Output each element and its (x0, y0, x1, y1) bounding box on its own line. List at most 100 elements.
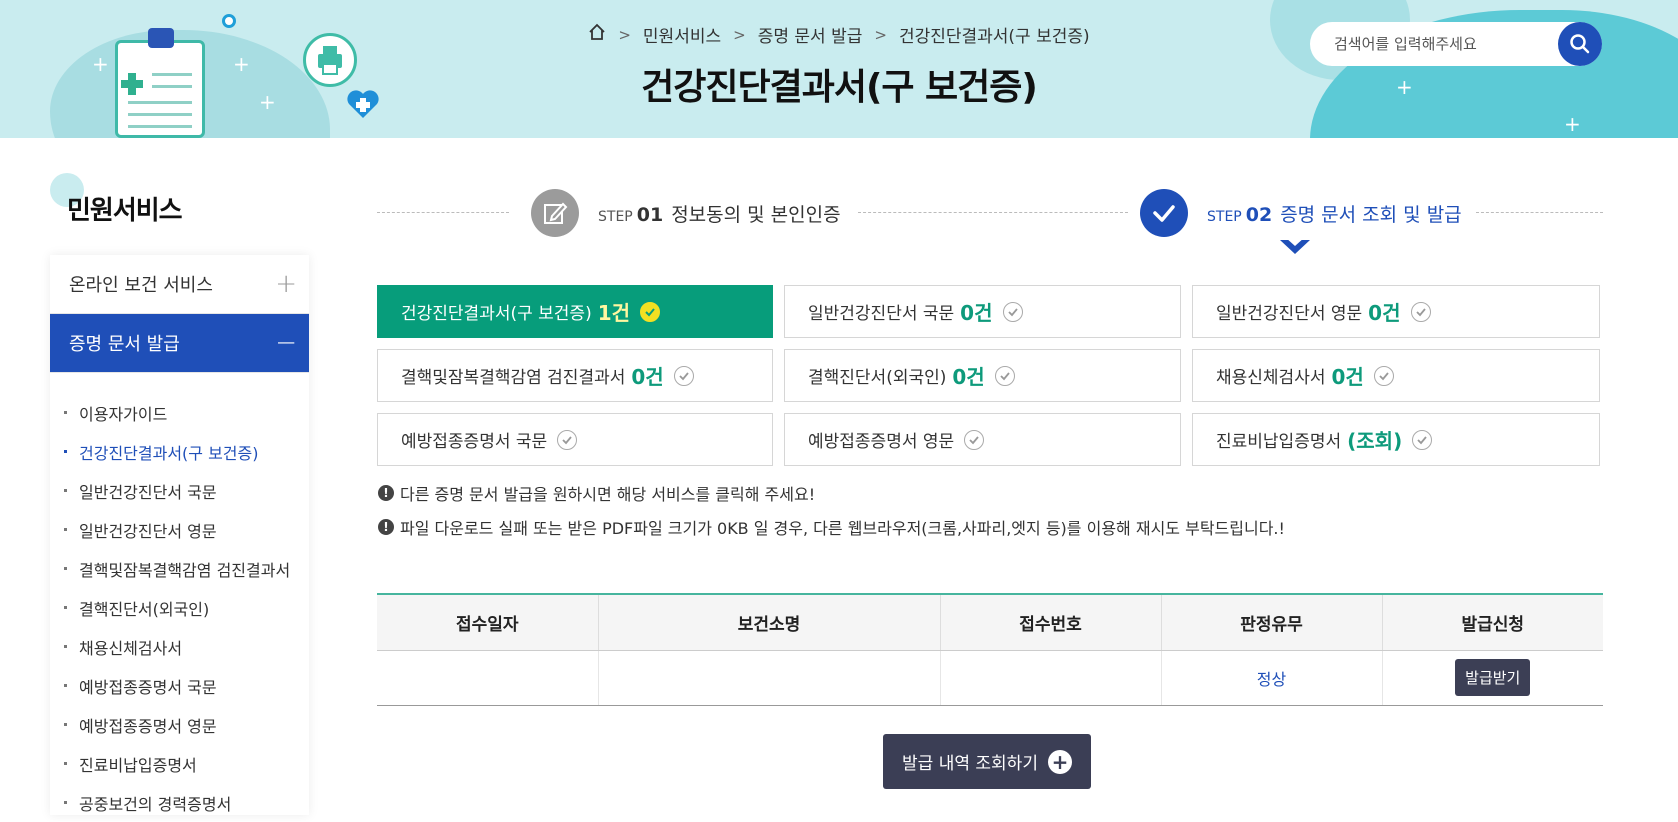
sidebar-submenu: 이용자가이드 건강진단결과서(구 보건증) 일반건강진단서 국문 일반건강진단서… (50, 373, 309, 822)
doc-vaccination-en-button[interactable]: 예방접종증명서 영문 (784, 413, 1181, 466)
cell-number (940, 650, 1162, 706)
doc-name: 일반건강진단서 영문 (1216, 304, 1363, 324)
step-number: 02 (1245, 204, 1273, 226)
check-circle-icon (964, 429, 985, 450)
doc-name: 결핵진단서(외국인) (808, 368, 947, 388)
notice-text: 파일 다운로드 실패 또는 받은 PDF파일 크기가 0KB 일 경우, 다른 … (400, 519, 1285, 538)
sidebar-subitem-label: 일반건강진단서 영문 (79, 521, 217, 541)
search-icon (1570, 34, 1590, 54)
doc-name: 결핵및잠복결핵감염 검진결과서 (401, 368, 626, 388)
step-prefix: STEP (598, 209, 633, 225)
doc-name: 채용신체검사서 (1216, 368, 1326, 388)
step-divider (1476, 212, 1603, 213)
minus-icon: − (275, 328, 297, 358)
bullet-icon (64, 684, 67, 687)
sidebar-subitem-label: 예방접종증명서 국문 (79, 677, 217, 697)
sidebar-subitem[interactable]: 결핵및잠복결핵감염 검진결과서 (64, 549, 309, 588)
breadcrumb-item[interactable]: 민원서비스 (643, 22, 721, 47)
sidebar-subitem[interactable]: 결핵진단서(외국인) (64, 588, 309, 627)
sparkle-icon: + (1564, 112, 1581, 136)
sidebar-title: 민원서비스 (67, 196, 183, 226)
check-circle-icon (673, 365, 694, 386)
doc-name: 진료비납입증명서 (1216, 432, 1342, 452)
current-step-chevron-icon (1280, 237, 1310, 254)
column-header: 발급신청 (1382, 594, 1603, 651)
table-header-row: 접수일자 보건소명 접수번호 판정유무 발급신청 (377, 594, 1603, 651)
column-header: 보건소명 (598, 594, 941, 651)
edit-icon (544, 202, 568, 224)
bullet-icon (64, 450, 67, 453)
check-circle-icon (994, 365, 1015, 386)
sidebar-subitem-label: 결핵진단서(외국인) (79, 599, 210, 619)
column-header: 접수일자 (377, 594, 599, 651)
bullet-icon (64, 801, 67, 804)
step-divider (858, 212, 1128, 213)
sidebar-subitem[interactable]: 건강진단결과서(구 보건증) (64, 432, 309, 471)
plus-circle-icon: + (1047, 749, 1072, 774)
sidebar-subitem[interactable]: 일반건강진단서 국문 (64, 471, 309, 510)
search-box (1310, 22, 1602, 66)
header-banner: + + + + + > 민원서비스 > 증명 문서 발급 > 건강진단결과서(구… (0, 0, 1678, 138)
sidebar-subitem-label: 건강진단결과서(구 보건증) (79, 443, 259, 463)
notice-text: 다른 증명 문서 발급을 원하시면 해당 서비스를 클릭해 주세요! (400, 485, 816, 504)
doc-tb-foreigner-button[interactable]: 결핵진단서(외국인) 0건 (784, 349, 1181, 402)
cell-status: 정상 (1161, 650, 1383, 706)
sidebar-menu-label: 증명 문서 발급 (69, 334, 180, 355)
sidebar-subitem[interactable]: 예방접종증명서 국문 (64, 666, 309, 705)
bullet-icon (64, 606, 67, 609)
step2-circle (1140, 189, 1188, 237)
step-text: 증명 문서 조회 및 발급 (1280, 204, 1462, 226)
step1-label: STEP 01 정보동의 및 본인인증 (598, 200, 841, 227)
doc-count: 0건 (1368, 301, 1401, 325)
breadcrumb-item[interactable]: 건강진단결과서(구 보건증) (899, 22, 1090, 47)
sidebar-subitem[interactable]: 일반건강진단서 영문 (64, 510, 309, 549)
bullet-icon (64, 489, 67, 492)
check-circle-icon (557, 429, 578, 450)
table-row: 정상 발급받기 (377, 650, 1603, 706)
chevron-right-icon: > (874, 25, 887, 44)
result-table: 접수일자 보건소명 접수번호 판정유무 발급신청 정상 발급받기 (377, 593, 1603, 706)
doc-count: 0건 (960, 301, 993, 325)
check-circle-icon (640, 301, 661, 322)
doc-tb-screening-button[interactable]: 결핵및잠복결핵감염 검진결과서 0건 (377, 349, 773, 402)
sidebar-subitem[interactable]: 채용신체검사서 (64, 627, 309, 666)
column-header: 판정유무 (1161, 594, 1383, 651)
sidebar-subitem-label: 이용자가이드 (79, 404, 168, 424)
step2-label: STEP 02 증명 문서 조회 및 발급 (1207, 200, 1462, 227)
breadcrumb-item[interactable]: 증명 문서 발급 (758, 22, 863, 47)
search-input[interactable] (1334, 22, 1544, 66)
notice-line: ! 다른 증명 문서 발급을 원하시면 해당 서비스를 클릭해 주세요! (378, 481, 815, 505)
home-icon[interactable] (588, 23, 606, 46)
doc-vaccination-kr-button[interactable]: 예방접종증명서 국문 (377, 413, 773, 466)
issue-button[interactable]: 발급받기 (1455, 659, 1531, 696)
sidebar-subitem[interactable]: 이용자가이드 (64, 393, 309, 432)
bullet-icon (64, 411, 67, 414)
sidebar-subitem[interactable]: 예방접종증명서 영문 (64, 705, 309, 744)
bullet-icon (64, 723, 67, 726)
doc-count: 0건 (1331, 365, 1364, 389)
exclamation-icon: ! (378, 519, 394, 535)
bullet-icon (64, 528, 67, 531)
issue-history-button[interactable]: 발급 내역 조회하기 + (883, 734, 1091, 789)
step-prefix: STEP (1207, 209, 1242, 225)
sidebar-subitem-label: 공중보건의 경력증명서 (79, 794, 232, 814)
sidebar-menu-online-health[interactable]: 온라인 보건 서비스 + (50, 255, 309, 314)
doc-name: 건강진단결과서(구 보건증) (401, 304, 592, 324)
sidebar-menu-certificate-issue[interactable]: 증명 문서 발급 − (50, 314, 309, 373)
doc-name: 예방접종증명서 국문 (401, 432, 548, 452)
step-text: 정보동의 및 본인인증 (671, 204, 841, 226)
doc-general-kr-button[interactable]: 일반건강진단서 국문 0건 (784, 285, 1181, 338)
doc-health-certificate-button[interactable]: 건강진단결과서(구 보건증) 1건 (377, 285, 773, 338)
sidebar-subitem[interactable]: 진료비납입증명서 (64, 744, 309, 783)
doc-general-en-button[interactable]: 일반건강진단서 영문 0건 (1192, 285, 1600, 338)
doc-name: 일반건강진단서 국문 (808, 304, 955, 324)
document-grid: 건강진단결과서(구 보건증) 1건 일반건강진단서 국문 0건 일반건강진단서 … (377, 285, 1600, 466)
doc-count: (조회) (1347, 429, 1403, 453)
column-header: 접수번호 (940, 594, 1162, 651)
doc-medical-payment-button[interactable]: 진료비납입증명서 (조회) (1192, 413, 1600, 466)
search-button[interactable] (1558, 22, 1602, 66)
sidebar-subitem[interactable]: 공중보건의 경력증명서 (64, 783, 309, 822)
doc-employment-exam-button[interactable]: 채용신체검사서 0건 (1192, 349, 1600, 402)
bullet-icon (64, 762, 67, 765)
sidebar-subitem-label: 예방접종증명서 영문 (79, 716, 217, 736)
